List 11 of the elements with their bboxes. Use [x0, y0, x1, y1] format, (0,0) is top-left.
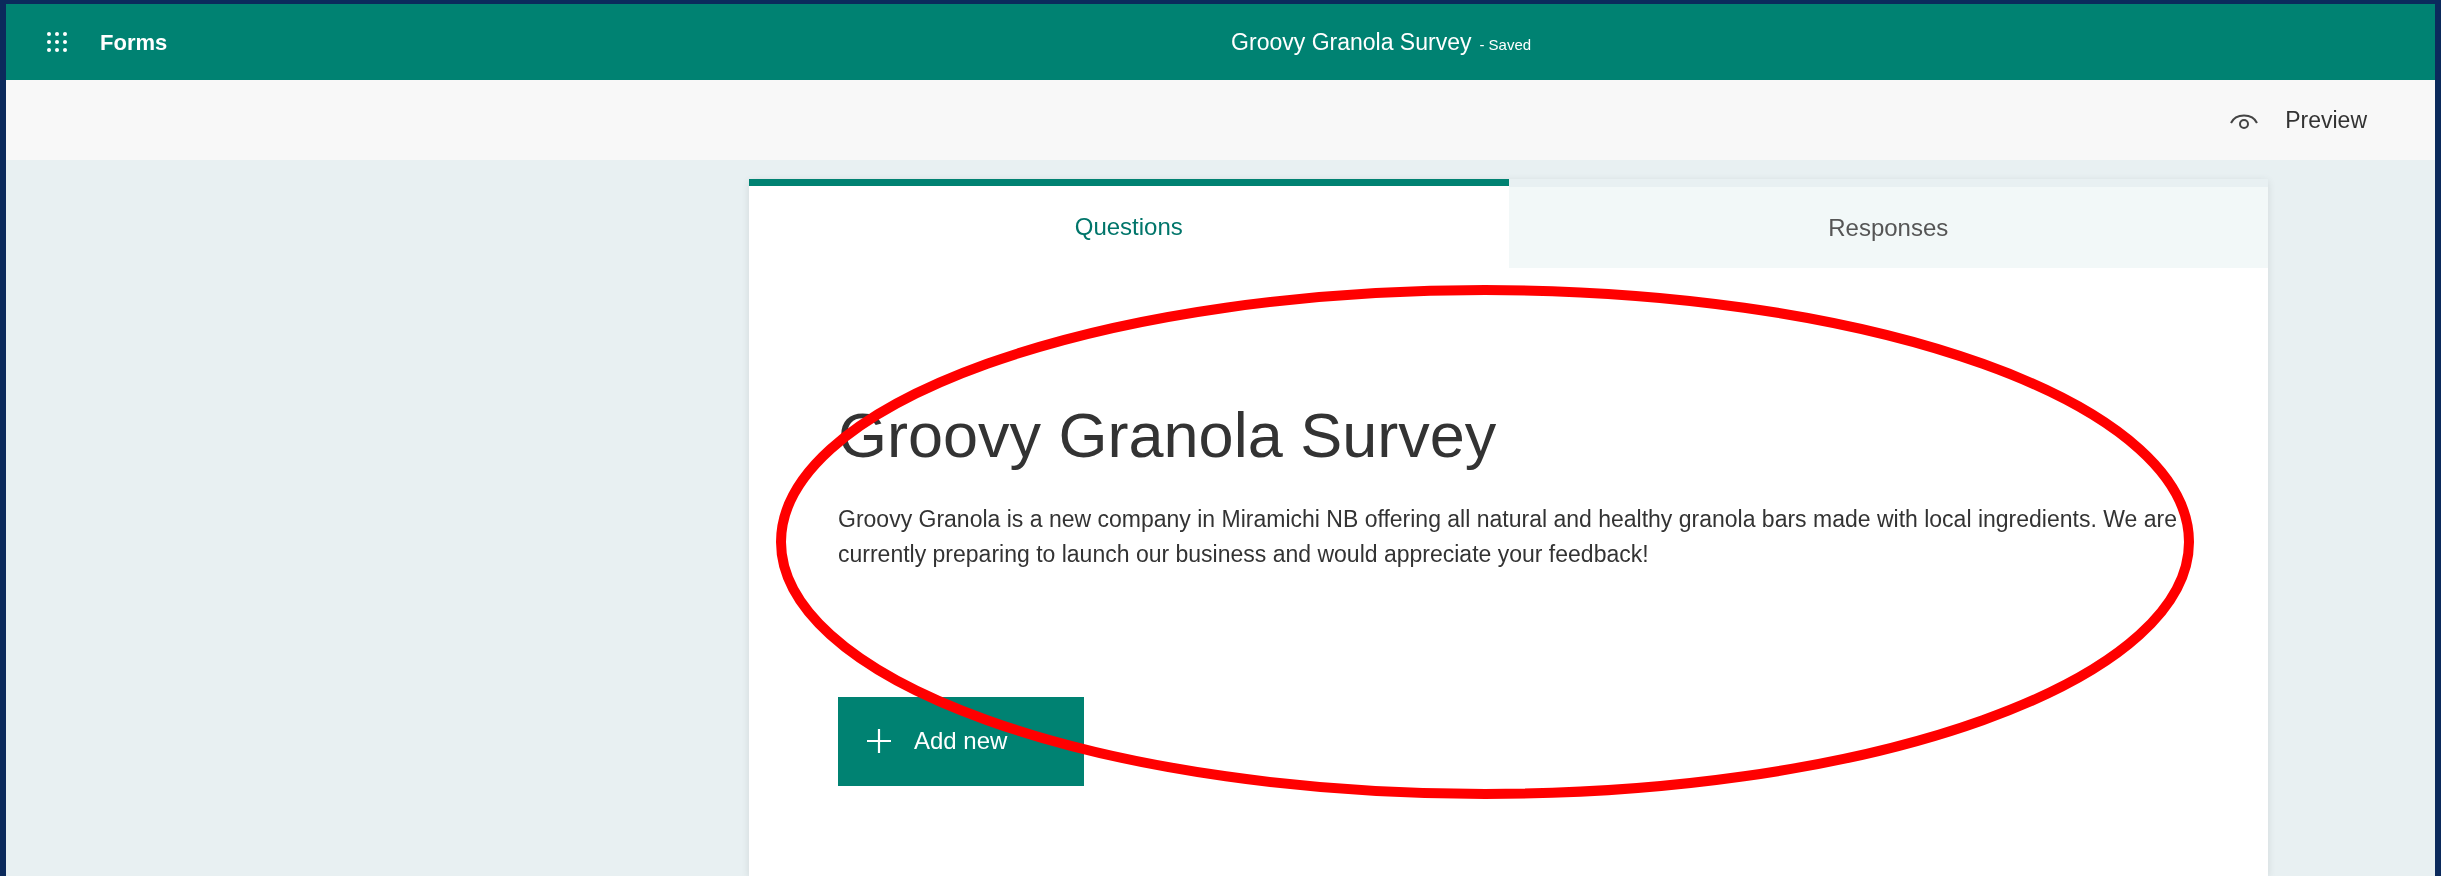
add-new-button[interactable]: Add new	[838, 696, 1084, 786]
preview-button[interactable]: Preview	[2229, 102, 2367, 138]
survey-description[interactable]: Groovy Granola is a new company in Miramichi NB offering all natural and healthy granola bars made with local ingredients. We are currently preparing to launch our business and would appreciate your feedback!	[838, 501, 2218, 573]
survey-title[interactable]: Groovy Granola Survey	[838, 398, 2268, 474]
save-status: - Saved	[1479, 34, 1532, 55]
form-title: Groovy Granola Survey	[1231, 27, 1472, 57]
app-launcher-icon[interactable]	[46, 31, 68, 53]
plus-icon	[866, 728, 892, 755]
tab[interactable]: Responses	[1508, 187, 2268, 268]
app-name[interactable]: Forms	[100, 25, 168, 59]
tab[interactable]: Questions	[749, 179, 1509, 268]
